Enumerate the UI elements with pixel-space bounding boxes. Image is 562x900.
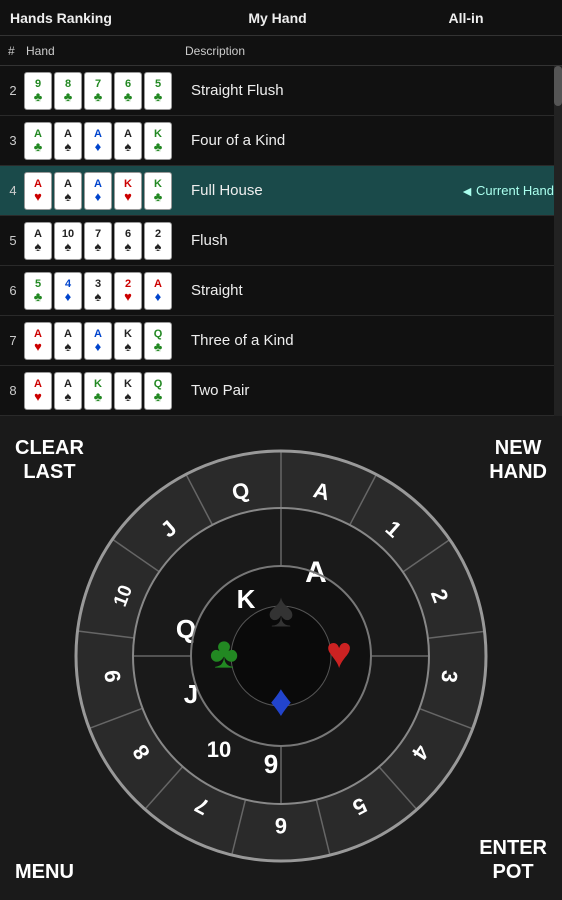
card: 7♣ — [84, 72, 112, 110]
cards-area: 5♣ 4♦ 3♠ 2♥ A♦ — [22, 270, 185, 312]
card: A♣ — [24, 122, 52, 160]
table-row[interactable]: 4 A♥ A♠ A♦ K♥ K♣ Full House ◄ Current Ha… — [0, 166, 562, 216]
card: 3♠ — [84, 272, 112, 310]
wheel-svg: A 1 2 3 4 5 6 7 8 9 10 J Q K A ♠ — [71, 446, 491, 866]
card: 4♦ — [54, 272, 82, 310]
header-my-hand: My Hand — [185, 10, 370, 26]
subheader-num: # — [0, 44, 22, 58]
row-number: 5 — [0, 233, 22, 248]
row-number: 6 — [0, 283, 22, 298]
card: 10♠ — [54, 222, 82, 260]
table-subheader: # Hand Description — [0, 36, 562, 66]
card: Q♣ — [144, 372, 172, 410]
app-container: Hands Ranking My Hand All-in # Hand Desc… — [0, 0, 562, 900]
card: A♠ — [54, 372, 82, 410]
svg-text:♦: ♦ — [270, 677, 292, 726]
table-row[interactable]: 7 A♥ A♠ A♦ K♠ Q♣ Three of a Kind — [0, 316, 562, 366]
card: A♥ — [24, 322, 52, 360]
svg-text:♣: ♣ — [210, 629, 239, 678]
card: K♣ — [144, 172, 172, 210]
row-number: 7 — [0, 333, 22, 348]
card: A♠ — [54, 122, 82, 160]
cards-area: 9♣ 8♣ 7♣ 6♣ 5♣ — [22, 70, 185, 112]
card: K♠ — [114, 372, 142, 410]
hand-description: Four of a Kind — [185, 132, 562, 149]
card: K♠ — [114, 322, 142, 360]
card: 2♠ — [144, 222, 172, 260]
card: 2♥ — [114, 272, 142, 310]
svg-text:♠: ♠ — [268, 585, 294, 638]
table-row[interactable]: 5 A♠ 10♠ 7♠ 6♠ 2♠ Flush — [0, 216, 562, 266]
scrollbar[interactable] — [554, 66, 562, 416]
card: A♠ — [54, 322, 82, 360]
scrollbar-thumb[interactable] — [554, 66, 562, 106]
wheel[interactable]: A 1 2 3 4 5 6 7 8 9 10 J Q K A ♠ — [71, 446, 491, 866]
new-hand-button[interactable]: NEWHAND — [489, 436, 547, 484]
card: K♥ — [114, 172, 142, 210]
card: A♦ — [84, 122, 112, 160]
svg-text:9: 9 — [264, 749, 278, 779]
hand-description: Straight — [185, 282, 562, 299]
current-hand-arrow: ◄ — [460, 183, 474, 199]
card: 8♣ — [54, 72, 82, 110]
svg-text:♥: ♥ — [326, 629, 352, 678]
table-row[interactable]: 6 5♣ 4♦ 3♠ 2♥ A♦ Straight — [0, 266, 562, 316]
row-number: 4 — [0, 183, 22, 198]
svg-text:10: 10 — [207, 737, 231, 762]
wheel-section: CLEARLAST NEWHAND MENU ENTERPOT — [0, 416, 562, 900]
subheader-hand: Hand — [22, 44, 185, 58]
cards-area: A♥ A♠ A♦ K♥ K♣ — [22, 170, 185, 212]
hand-description: Flush — [185, 232, 562, 249]
card: 6♣ — [114, 72, 142, 110]
card: A♠ — [54, 172, 82, 210]
card: A♥ — [24, 372, 52, 410]
current-hand-label: ◄ Current Hand — [460, 183, 562, 199]
row-number: 3 — [0, 133, 22, 148]
svg-text:K: K — [237, 584, 256, 614]
hand-description: Three of a Kind — [185, 332, 562, 349]
card: K♣ — [84, 372, 112, 410]
card: 7♠ — [84, 222, 112, 260]
cards-area: A♣ A♠ A♦ A♠ K♣ — [22, 120, 185, 162]
table-row[interactable]: 8 A♥ A♠ K♣ K♠ Q♣ Two Pair — [0, 366, 562, 416]
hand-description: Straight Flush — [185, 82, 562, 99]
subheader-desc: Description — [185, 44, 562, 58]
card: A♦ — [84, 322, 112, 360]
card: A♥ — [24, 172, 52, 210]
card: 6♠ — [114, 222, 142, 260]
card: 9♣ — [24, 72, 52, 110]
table-header: Hands Ranking My Hand All-in — [0, 0, 562, 36]
card: K♣ — [144, 122, 172, 160]
cards-area: A♥ A♠ A♦ K♠ Q♣ — [22, 320, 185, 362]
cards-area: A♥ A♠ K♣ K♠ Q♣ — [22, 370, 185, 412]
menu-button[interactable]: MENU — [15, 860, 74, 884]
table-row[interactable]: 3 A♣ A♠ A♦ A♠ K♣ Four of a Kind — [0, 116, 562, 166]
row-number: 8 — [0, 383, 22, 398]
card: 5♣ — [24, 272, 52, 310]
card: A♦ — [84, 172, 112, 210]
card: A♠ — [114, 122, 142, 160]
hands-table: 2 9♣ 8♣ 7♣ 6♣ 5♣ Straight Flush 3 A♣ A♠ … — [0, 66, 562, 416]
hand-description: Two Pair — [185, 382, 562, 399]
header-all-in: All-in — [370, 10, 562, 26]
header-hands-ranking: Hands Ranking — [0, 10, 185, 26]
hand-description: Full House — [185, 182, 460, 199]
current-hand-text: Current Hand — [476, 183, 554, 198]
cards-area: A♠ 10♠ 7♠ 6♠ 2♠ — [22, 220, 185, 262]
card: A♠ — [24, 222, 52, 260]
table-row[interactable]: 2 9♣ 8♣ 7♣ 6♣ 5♣ Straight Flush — [0, 66, 562, 116]
card: 5♣ — [144, 72, 172, 110]
card: Q♣ — [144, 322, 172, 360]
card: A♦ — [144, 272, 172, 310]
row-number: 2 — [0, 83, 22, 98]
svg-text:6: 6 — [275, 813, 287, 838]
